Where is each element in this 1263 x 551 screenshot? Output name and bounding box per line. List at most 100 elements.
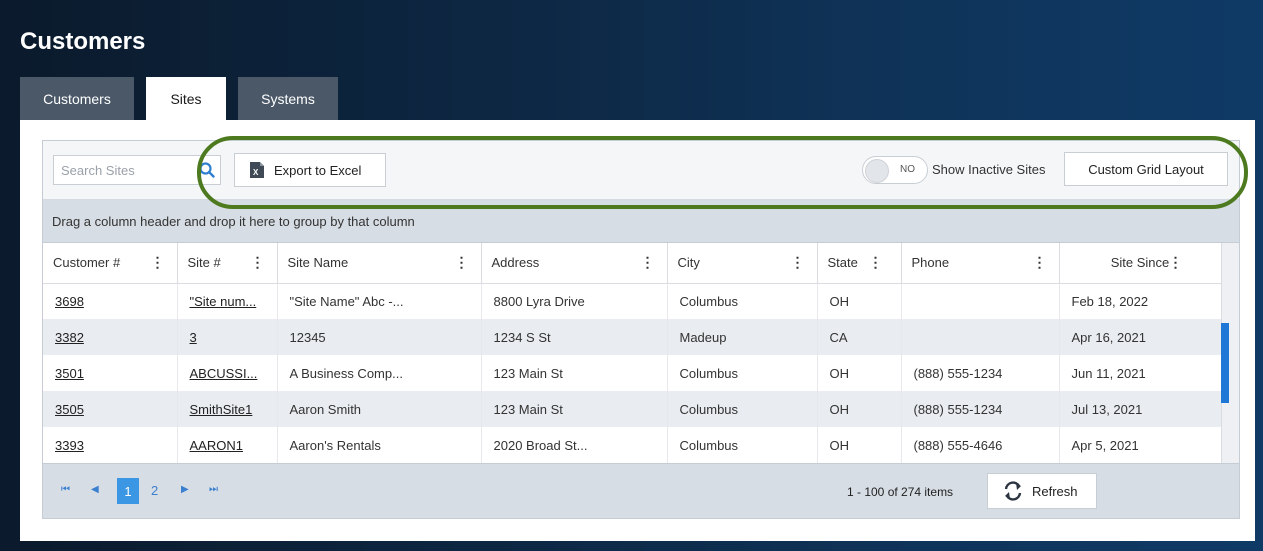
column-menu-icon[interactable]: ⋮ <box>641 255 655 269</box>
show-inactive-label: Show Inactive Sites <box>932 162 1046 177</box>
cell-phone <box>901 283 1060 319</box>
toggle-state-label: NO <box>900 164 915 175</box>
column-header-label: City <box>677 255 700 271</box>
column-menu-icon[interactable]: ⋮ <box>1169 255 1183 269</box>
content-panel: X Export to Excel NO Show Inactive Sites… <box>20 120 1255 541</box>
refresh-label: Refresh <box>1032 483 1078 499</box>
column-menu-icon[interactable]: ⋮ <box>151 255 165 269</box>
table-row[interactable]: 3393 AARON1 Aaron's Rentals 2020 Broad S… <box>43 427 1222 463</box>
cell-site-since: Feb 18, 2022 <box>1059 283 1222 319</box>
column-header-customer[interactable]: Customer # ⋮ <box>43 243 178 284</box>
site-link[interactable]: 3 <box>190 330 197 345</box>
cell-customer-number: 3505 <box>43 391 178 427</box>
site-link[interactable]: SmithSite1 <box>190 402 253 417</box>
refresh-icon <box>1004 481 1022 501</box>
cell-city: Columbus <box>667 427 818 463</box>
cell-customer-number: 3382 <box>43 319 178 355</box>
column-header-label: Site Name <box>287 255 349 271</box>
svg-text:X: X <box>253 168 259 177</box>
cell-site-number: AARON1 <box>177 427 278 463</box>
column-header-label: Site Since <box>1110 255 1170 271</box>
cell-site-number: SmithSite1 <box>177 391 278 427</box>
scrollbar-thumb[interactable] <box>1221 323 1229 403</box>
search-input[interactable] <box>54 156 194 184</box>
customer-link[interactable]: 3393 <box>55 438 84 453</box>
customer-link[interactable]: 3382 <box>55 330 84 345</box>
column-header-label: Phone <box>911 255 950 271</box>
column-header-label: State <box>827 255 858 271</box>
column-header-label: Address <box>491 255 540 271</box>
cell-address: 2020 Broad St... <box>481 427 668 463</box>
column-menu-icon[interactable]: ⋮ <box>455 255 469 269</box>
sites-grid: X Export to Excel NO Show Inactive Sites… <box>42 140 1240 519</box>
tab-systems[interactable]: Systems <box>238 77 338 120</box>
export-to-excel-label: Export to Excel <box>274 162 362 178</box>
search-icon[interactable] <box>198 161 216 179</box>
page-title: Customers <box>20 28 146 55</box>
cell-state: OH <box>817 283 902 319</box>
cell-site-name: Aaron's Rentals <box>277 427 482 463</box>
cell-site-name: A Business Comp... <box>277 355 482 391</box>
cell-state: OH <box>817 427 902 463</box>
excel-icon: X <box>250 162 264 178</box>
cell-site-name: Aaron Smith <box>277 391 482 427</box>
column-header-label: Site # <box>187 255 221 271</box>
column-menu-icon[interactable]: ⋮ <box>251 255 265 269</box>
cell-phone: (888) 555-1234 <box>901 391 1060 427</box>
next-page-icon[interactable]: ▶ <box>181 484 189 495</box>
column-menu-icon[interactable]: ⋮ <box>869 255 883 269</box>
pagination-bar: ⏮ ◀ 1 2 ▶ ⏭ 1 - 100 of 274 items Refresh <box>43 463 1239 518</box>
export-to-excel-button[interactable]: X Export to Excel <box>234 153 386 187</box>
previous-page-icon[interactable]: ◀ <box>91 484 99 495</box>
cell-site-number: "Site num... <box>177 283 278 319</box>
column-menu-icon[interactable]: ⋮ <box>1033 255 1047 269</box>
cell-customer-number: 3501 <box>43 355 178 391</box>
show-inactive-toggle[interactable]: NO <box>862 156 928 184</box>
cell-site-number: 3 <box>177 319 278 355</box>
cell-city: Columbus <box>667 391 818 427</box>
column-header-site-name[interactable]: Site Name ⋮ <box>277 243 482 284</box>
cell-address: 123 Main St <box>481 355 668 391</box>
cell-site-since: Jul 13, 2021 <box>1059 391 1222 427</box>
cell-customer-number: 3698 <box>43 283 178 319</box>
column-header-site-number[interactable]: Site # ⋮ <box>177 243 278 284</box>
tab-sites[interactable]: Sites <box>146 77 226 120</box>
page-button-current[interactable]: 1 <box>117 478 139 504</box>
cell-city: Madeup <box>667 319 818 355</box>
table-row[interactable]: 3505 SmithSite1 Aaron Smith 123 Main St … <box>43 391 1222 427</box>
customer-link[interactable]: 3501 <box>55 366 84 381</box>
column-header-phone[interactable]: Phone ⋮ <box>901 243 1060 284</box>
last-page-icon[interactable]: ⏭ <box>209 484 218 495</box>
site-link[interactable]: "Site num... <box>190 294 257 309</box>
first-page-icon[interactable]: ⏮ <box>61 484 70 495</box>
cell-city: Columbus <box>667 283 818 319</box>
customer-link[interactable]: 3505 <box>55 402 84 417</box>
site-link[interactable]: AARON1 <box>190 438 243 453</box>
cell-address: 123 Main St <box>481 391 668 427</box>
site-link[interactable]: ABCUSSI... <box>190 366 258 381</box>
group-drop-area[interactable]: Drag a column header and drop it here to… <box>43 200 1239 243</box>
page-button[interactable]: 2 <box>151 483 158 498</box>
cell-site-name: "Site Name" Abc -... <box>277 283 482 319</box>
table-header-row: Customer # ⋮ Site # ⋮ Site Name ⋮ Address ⋮ … <box>43 243 1222 284</box>
cell-state: OH <box>817 391 902 427</box>
table-row[interactable]: 3501 ABCUSSI... A Business Comp... 123 M… <box>43 355 1222 391</box>
table-row[interactable]: 3382 3 12345 1234 S St Madeup CA Apr 16,… <box>43 319 1222 355</box>
custom-grid-layout-button[interactable]: Custom Grid Layout <box>1064 152 1228 186</box>
cell-site-since: Jun 11, 2021 <box>1059 355 1222 391</box>
table-row[interactable]: 3698 "Site num... "Site Name" Abc -... 8… <box>43 283 1222 319</box>
column-header-site-since[interactable]: Site Since ⋮ <box>1059 243 1222 284</box>
cell-phone <box>901 319 1060 355</box>
cell-city: Columbus <box>667 355 818 391</box>
tab-customers[interactable]: Customers <box>20 77 134 120</box>
cell-address: 1234 S St <box>481 319 668 355</box>
column-header-state[interactable]: State ⋮ <box>817 243 902 284</box>
customer-link[interactable]: 3698 <box>55 294 84 309</box>
column-header-city[interactable]: City ⋮ <box>667 243 818 284</box>
refresh-button[interactable]: Refresh <box>987 473 1097 509</box>
column-header-address[interactable]: Address ⋮ <box>481 243 668 284</box>
column-menu-icon[interactable]: ⋮ <box>791 255 805 269</box>
sites-table: Customer # ⋮ Site # ⋮ Site Name ⋮ Address ⋮ … <box>43 243 1222 463</box>
cell-phone: (888) 555-4646 <box>901 427 1060 463</box>
cell-state: OH <box>817 355 902 391</box>
